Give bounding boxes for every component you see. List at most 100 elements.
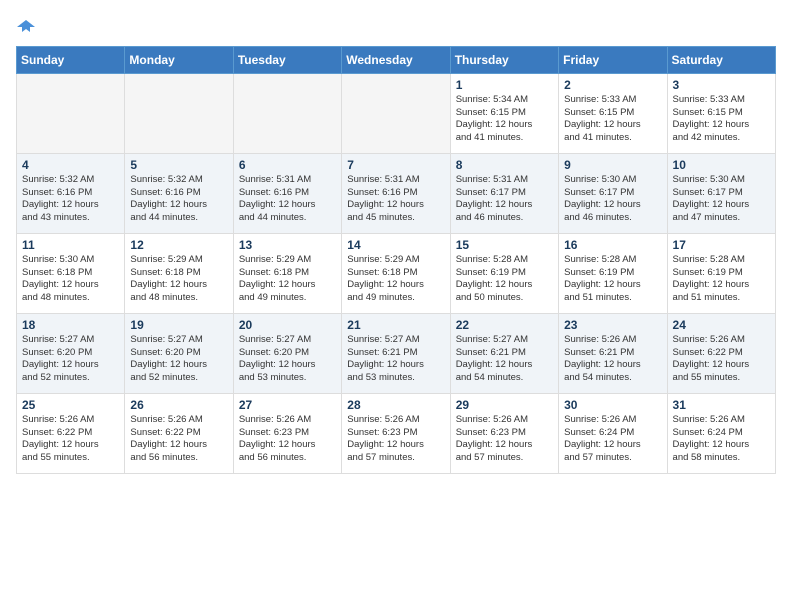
calendar-cell: 29 Sunrise: 5:26 AM Sunset: 6:23 PM Dayli… (450, 393, 558, 473)
cell-details: Sunrise: 5:33 AM Sunset: 6:15 PM Dayligh… (564, 94, 661, 145)
calendar-cell: 8 Sunrise: 5:31 AM Sunset: 6:17 PM Daylig… (450, 153, 558, 233)
day-number: 7 (347, 158, 444, 172)
calendar-cell: 21 Sunrise: 5:27 AM Sunset: 6:21 PM Dayli… (342, 313, 450, 393)
cell-details: Sunrise: 5:26 AM Sunset: 6:22 PM Dayligh… (673, 334, 770, 385)
cell-details: Sunrise: 5:29 AM Sunset: 6:18 PM Dayligh… (239, 254, 336, 305)
calendar-week-3: 11 Sunrise: 5:30 AM Sunset: 6:18 PM Dayli… (17, 233, 776, 313)
cell-details: Sunrise: 5:26 AM Sunset: 6:23 PM Dayligh… (456, 414, 553, 465)
cell-details: Sunrise: 5:26 AM Sunset: 6:23 PM Dayligh… (239, 414, 336, 465)
calendar-cell: 15 Sunrise: 5:28 AM Sunset: 6:19 PM Dayli… (450, 233, 558, 313)
calendar-cell: 13 Sunrise: 5:29 AM Sunset: 6:18 PM Dayli… (233, 233, 341, 313)
cell-details: Sunrise: 5:30 AM Sunset: 6:18 PM Dayligh… (22, 254, 119, 305)
day-number: 10 (673, 158, 770, 172)
calendar-cell: 27 Sunrise: 5:26 AM Sunset: 6:23 PM Dayli… (233, 393, 341, 473)
day-number: 1 (456, 78, 553, 92)
calendar-cell (125, 73, 233, 153)
day-number: 24 (673, 318, 770, 332)
cell-details: Sunrise: 5:26 AM Sunset: 6:22 PM Dayligh… (130, 414, 227, 465)
cell-details: Sunrise: 5:31 AM Sunset: 6:17 PM Dayligh… (456, 174, 553, 225)
cell-details: Sunrise: 5:31 AM Sunset: 6:16 PM Dayligh… (347, 174, 444, 225)
day-header-friday: Friday (559, 46, 667, 73)
day-number: 28 (347, 398, 444, 412)
day-number: 29 (456, 398, 553, 412)
cell-details: Sunrise: 5:27 AM Sunset: 6:21 PM Dayligh… (347, 334, 444, 385)
calendar-cell: 3 Sunrise: 5:33 AM Sunset: 6:15 PM Daylig… (667, 73, 775, 153)
day-number: 11 (22, 238, 119, 252)
cell-details: Sunrise: 5:31 AM Sunset: 6:16 PM Dayligh… (239, 174, 336, 225)
calendar-week-5: 25 Sunrise: 5:26 AM Sunset: 6:22 PM Dayli… (17, 393, 776, 473)
cell-details: Sunrise: 5:29 AM Sunset: 6:18 PM Dayligh… (347, 254, 444, 305)
logo-text (16, 16, 36, 36)
day-header-tuesday: Tuesday (233, 46, 341, 73)
cell-details: Sunrise: 5:26 AM Sunset: 6:22 PM Dayligh… (22, 414, 119, 465)
calendar-cell: 19 Sunrise: 5:27 AM Sunset: 6:20 PM Dayli… (125, 313, 233, 393)
cell-details: Sunrise: 5:26 AM Sunset: 6:24 PM Dayligh… (673, 414, 770, 465)
day-number: 22 (456, 318, 553, 332)
calendar-header-row: SundayMondayTuesdayWednesdayThursdayFrid… (17, 46, 776, 73)
calendar-cell (17, 73, 125, 153)
calendar-cell: 2Sunrise: 5:33 AM Sunset: 6:15 PM Daylig… (559, 73, 667, 153)
day-header-wednesday: Wednesday (342, 46, 450, 73)
day-number: 19 (130, 318, 227, 332)
day-number: 12 (130, 238, 227, 252)
calendar-table: SundayMondayTuesdayWednesdayThursdayFrid… (16, 46, 776, 474)
cell-details: Sunrise: 5:27 AM Sunset: 6:21 PM Dayligh… (456, 334, 553, 385)
day-number: 14 (347, 238, 444, 252)
day-number: 13 (239, 238, 336, 252)
calendar-cell: 12 Sunrise: 5:29 AM Sunset: 6:18 PM Dayli… (125, 233, 233, 313)
cell-details: Sunrise: 5:30 AM Sunset: 6:17 PM Dayligh… (673, 174, 770, 225)
cell-details: Sunrise: 5:27 AM Sunset: 6:20 PM Dayligh… (130, 334, 227, 385)
calendar-week-2: 4Sunrise: 5:32 AM Sunset: 6:16 PM Daylig… (17, 153, 776, 233)
calendar-cell: 20Sunrise: 5:27 AM Sunset: 6:20 PM Dayli… (233, 313, 341, 393)
calendar-week-1: 1 Sunrise: 5:34 AM Sunset: 6:15 PM Daylig… (17, 73, 776, 153)
day-number: 6 (239, 158, 336, 172)
calendar-cell: 11 Sunrise: 5:30 AM Sunset: 6:18 PM Dayli… (17, 233, 125, 313)
calendar-cell: 14 Sunrise: 5:29 AM Sunset: 6:18 PM Dayli… (342, 233, 450, 313)
cell-details: Sunrise: 5:28 AM Sunset: 6:19 PM Dayligh… (456, 254, 553, 305)
day-number: 3 (673, 78, 770, 92)
cell-details: Sunrise: 5:26 AM Sunset: 6:24 PM Dayligh… (564, 414, 661, 465)
day-number: 27 (239, 398, 336, 412)
calendar-cell: 30 Sunrise: 5:26 AM Sunset: 6:24 PM Dayli… (559, 393, 667, 473)
calendar-cell: 17Sunrise: 5:28 AM Sunset: 6:19 PM Dayli… (667, 233, 775, 313)
cell-details: Sunrise: 5:26 AM Sunset: 6:23 PM Dayligh… (347, 414, 444, 465)
day-header-thursday: Thursday (450, 46, 558, 73)
day-number: 4 (22, 158, 119, 172)
day-number: 31 (673, 398, 770, 412)
day-number: 5 (130, 158, 227, 172)
calendar-cell: 9Sunrise: 5:30 AM Sunset: 6:17 PM Daylig… (559, 153, 667, 233)
day-number: 20 (239, 318, 336, 332)
calendar-cell: 26 Sunrise: 5:26 AM Sunset: 6:22 PM Dayli… (125, 393, 233, 473)
cell-details: Sunrise: 5:27 AM Sunset: 6:20 PM Dayligh… (22, 334, 119, 385)
calendar-cell: 22 Sunrise: 5:27 AM Sunset: 6:21 PM Dayli… (450, 313, 558, 393)
day-number: 25 (22, 398, 119, 412)
cell-details: Sunrise: 5:29 AM Sunset: 6:18 PM Dayligh… (130, 254, 227, 305)
calendar-cell: 16Sunrise: 5:28 AM Sunset: 6:19 PM Dayli… (559, 233, 667, 313)
day-number: 15 (456, 238, 553, 252)
calendar-cell: 4Sunrise: 5:32 AM Sunset: 6:16 PM Daylig… (17, 153, 125, 233)
cell-details: Sunrise: 5:28 AM Sunset: 6:19 PM Dayligh… (564, 254, 661, 305)
day-number: 21 (347, 318, 444, 332)
day-number: 9 (564, 158, 661, 172)
day-header-saturday: Saturday (667, 46, 775, 73)
day-number: 23 (564, 318, 661, 332)
logo (16, 16, 36, 36)
logo-bird-icon (17, 17, 35, 35)
calendar-cell: 1 Sunrise: 5:34 AM Sunset: 6:15 PM Daylig… (450, 73, 558, 153)
day-header-sunday: Sunday (17, 46, 125, 73)
calendar-cell: 6 Sunrise: 5:31 AM Sunset: 6:16 PM Daylig… (233, 153, 341, 233)
cell-details: Sunrise: 5:33 AM Sunset: 6:15 PM Dayligh… (673, 94, 770, 145)
calendar-cell: 10 Sunrise: 5:30 AM Sunset: 6:17 PM Dayli… (667, 153, 775, 233)
day-number: 8 (456, 158, 553, 172)
calendar-cell: 18Sunrise: 5:27 AM Sunset: 6:20 PM Dayli… (17, 313, 125, 393)
cell-details: Sunrise: 5:28 AM Sunset: 6:19 PM Dayligh… (673, 254, 770, 305)
day-header-monday: Monday (125, 46, 233, 73)
day-number: 30 (564, 398, 661, 412)
page-header (16, 16, 776, 36)
day-number: 26 (130, 398, 227, 412)
calendar-cell: 25 Sunrise: 5:26 AM Sunset: 6:22 PM Dayli… (17, 393, 125, 473)
calendar-week-4: 18Sunrise: 5:27 AM Sunset: 6:20 PM Dayli… (17, 313, 776, 393)
calendar-cell (233, 73, 341, 153)
calendar-cell (342, 73, 450, 153)
cell-details: Sunrise: 5:34 AM Sunset: 6:15 PM Dayligh… (456, 94, 553, 145)
